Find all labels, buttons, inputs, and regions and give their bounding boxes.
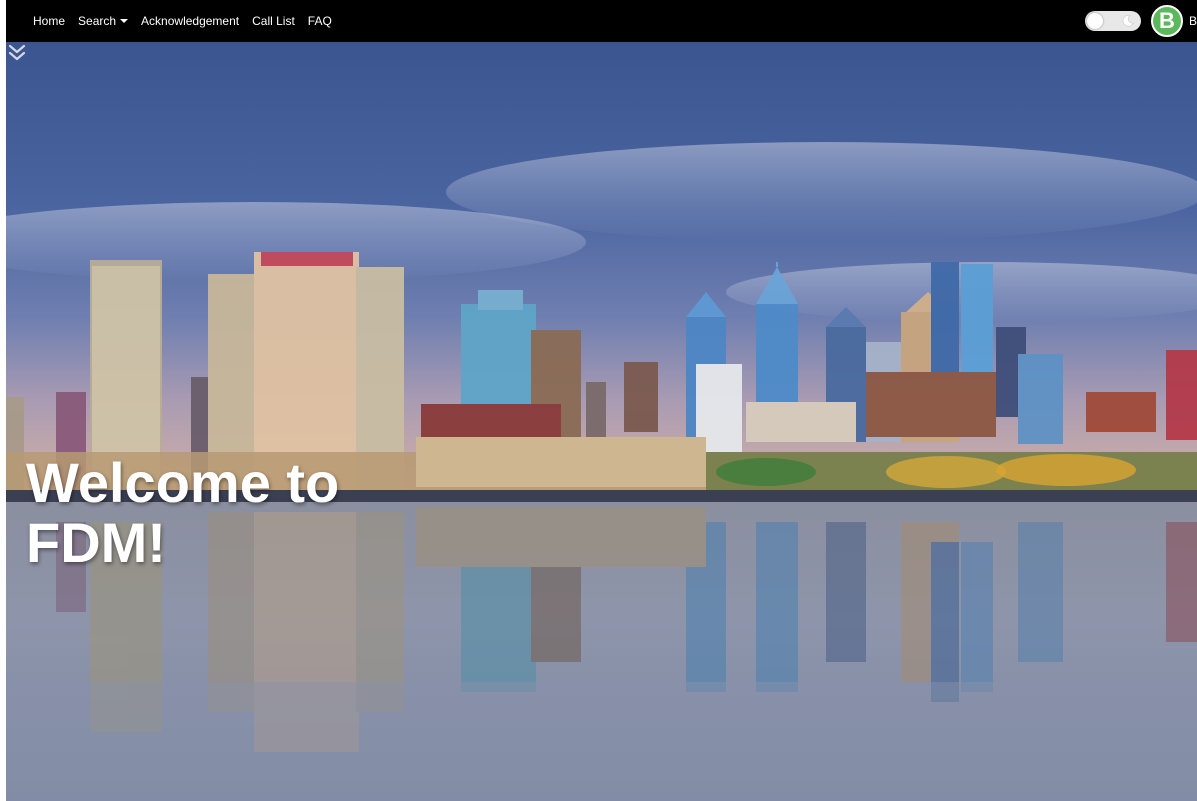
hero-section: Welcome to FDM!: [6, 42, 1197, 801]
nav-home-link[interactable]: Home: [33, 14, 65, 28]
moon-icon: [1122, 14, 1135, 27]
nav-search-label: Search: [78, 14, 117, 28]
app-frame: Home Search Acknowledgement Call List FA…: [6, 0, 1197, 801]
caret-down-icon: [120, 19, 129, 23]
avatar-initial: B: [1159, 8, 1175, 33]
toggle-knob: [1087, 13, 1103, 29]
nav-faq-label: FAQ: [307, 14, 332, 28]
top-navbar: Home Search Acknowledgement Call List FA…: [6, 0, 1197, 42]
user-name[interactable]: B: [1189, 14, 1197, 28]
nav-faq-link[interactable]: FAQ: [308, 14, 332, 28]
nav-acknowledgement-label: Acknowledgement: [141, 14, 240, 28]
nav-links: Home Search Acknowledgement Call List FA…: [33, 14, 345, 28]
avatar[interactable]: B: [1151, 5, 1183, 37]
nav-call-list-link[interactable]: Call List: [252, 14, 295, 28]
nav-call-list-label: Call List: [252, 14, 295, 28]
nav-search-dropdown[interactable]: Search: [78, 14, 129, 28]
theme-toggle[interactable]: [1085, 11, 1141, 31]
nav-home-label: Home: [33, 14, 66, 28]
chevron-double-down-icon[interactable]: [6, 42, 28, 64]
welcome-heading: Welcome to FDM!: [26, 450, 340, 574]
nav-acknowledgement-link[interactable]: Acknowledgement: [141, 14, 239, 28]
nav-right: B B: [1085, 0, 1197, 42]
skyline-background-image: [6, 42, 1197, 801]
